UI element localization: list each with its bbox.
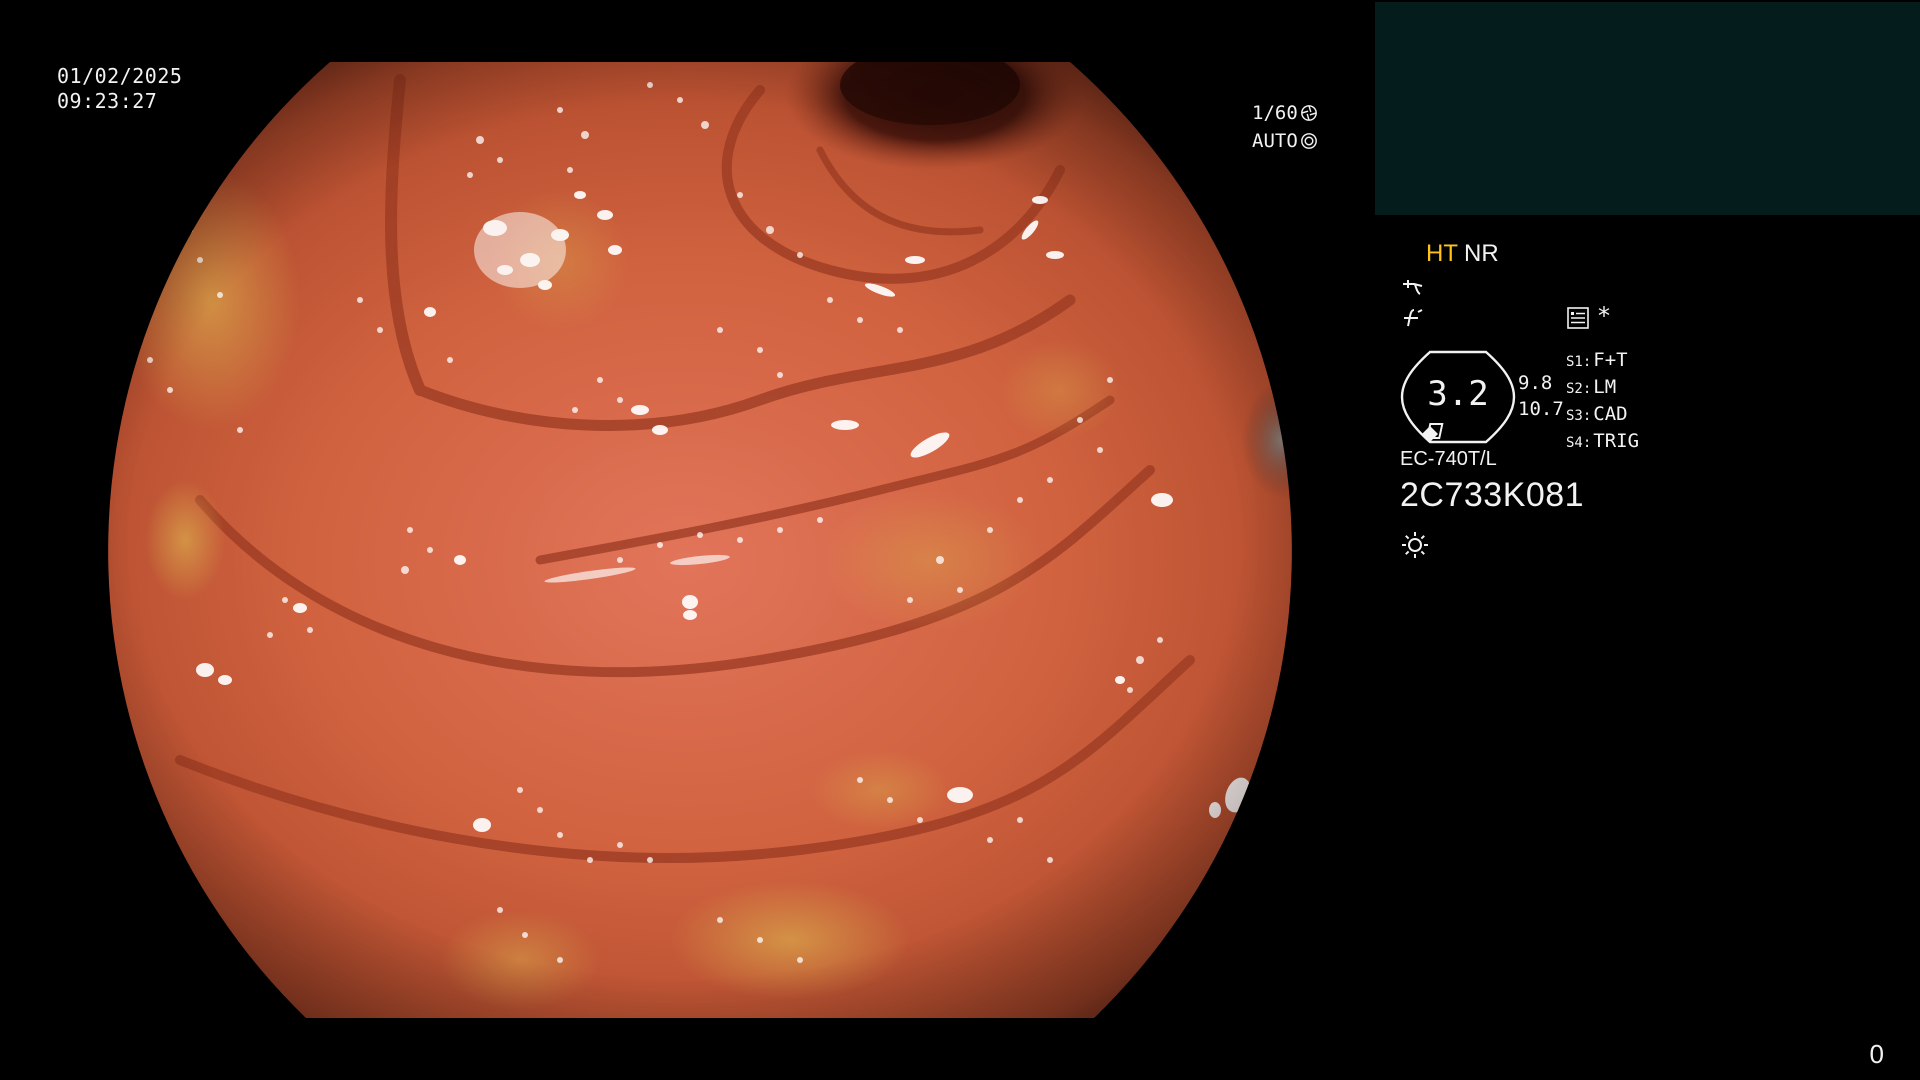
shutter-speed-text: 1/60 — [1252, 102, 1298, 124]
image-modes: HT NR — [1426, 240, 1499, 268]
switch-s1: S1: F+T — [1566, 349, 1628, 371]
dial-side-top: 9.8 — [1518, 372, 1553, 394]
switch-s4: S4: TRIG — [1566, 430, 1640, 452]
scope-serial: 2C733K081 — [1400, 476, 1585, 514]
shutter-icon — [1300, 105, 1317, 121]
shutter-row: 1/60 — [1252, 99, 1318, 127]
date-time-overlay: 01/02/2025 09:23:27 — [57, 64, 182, 114]
switch-s3: S3: CAD — [1566, 403, 1628, 425]
mode-ht: HT — [1426, 240, 1458, 267]
star-marker: * — [1598, 302, 1610, 330]
light-source-icon — [1402, 532, 1428, 558]
picture-in-picture-panel — [1375, 2, 1920, 215]
dial-value: 3.2 — [1427, 374, 1489, 414]
endoscope-view — [0, 0, 1370, 1080]
iris-row: AUTO — [1252, 127, 1318, 155]
switch-s2: S2: LM — [1566, 376, 1617, 398]
endoscope-image — [108, 62, 1292, 1018]
shutter-info: 1/60 AUTO — [1252, 99, 1318, 155]
date-text: 01/02/2025 — [57, 64, 183, 88]
enhancement-curve-icon — [1403, 280, 1423, 295]
iris-mode-text: AUTO — [1252, 130, 1298, 152]
iris-icon — [1300, 133, 1317, 149]
scope-model: EC-740T/L — [1400, 448, 1497, 470]
time-text: 09:23:27 — [57, 89, 158, 113]
dial-side-values: 9.8 10.7 — [1518, 370, 1564, 422]
menu-list-icon — [1567, 307, 1589, 329]
dial-side-bottom: 10.7 — [1518, 398, 1564, 420]
structure-enhancement-icon — [1404, 309, 1423, 327]
switch-assignments: S1: F+T S2: LM S3: CAD S4: TRIG — [1566, 348, 1639, 456]
mode-nr: NR — [1464, 240, 1499, 267]
frame-counter: 0 — [1869, 1039, 1884, 1069]
